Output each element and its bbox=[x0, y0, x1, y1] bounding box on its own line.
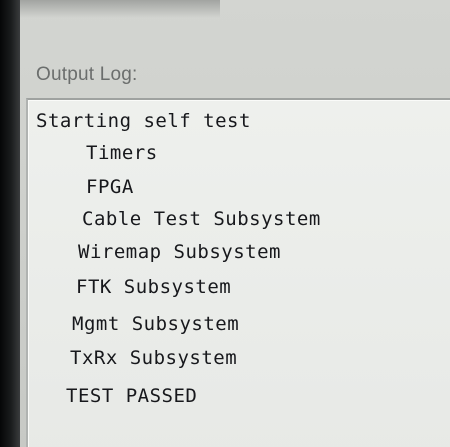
log-line-timers: Timers bbox=[86, 142, 158, 164]
log-line-mgmt: Mgmt Subsystem bbox=[72, 313, 240, 335]
log-line-ftk: FTK Subsystem bbox=[76, 276, 232, 298]
screen-bezel bbox=[0, 0, 20, 447]
output-log-panel[interactable]: Starting self test Timers FPGA Cable Tes… bbox=[26, 98, 450, 447]
output-log-label: Output Log: bbox=[36, 64, 138, 85]
log-line-fpga: FPGA bbox=[86, 176, 134, 198]
log-line-test-passed: TEST PASSED bbox=[66, 385, 198, 407]
log-line-cable-test: Cable Test Subsystem bbox=[82, 208, 321, 230]
log-line-txrx: TxRx Subsystem bbox=[70, 347, 238, 369]
log-line-start: Starting self test bbox=[36, 110, 251, 132]
top-edge-shadow bbox=[20, 0, 220, 18]
log-line-wiremap: Wiremap Subsystem bbox=[78, 241, 281, 263]
device-screen: Output Log: Starting self test Timers FP… bbox=[0, 0, 450, 447]
